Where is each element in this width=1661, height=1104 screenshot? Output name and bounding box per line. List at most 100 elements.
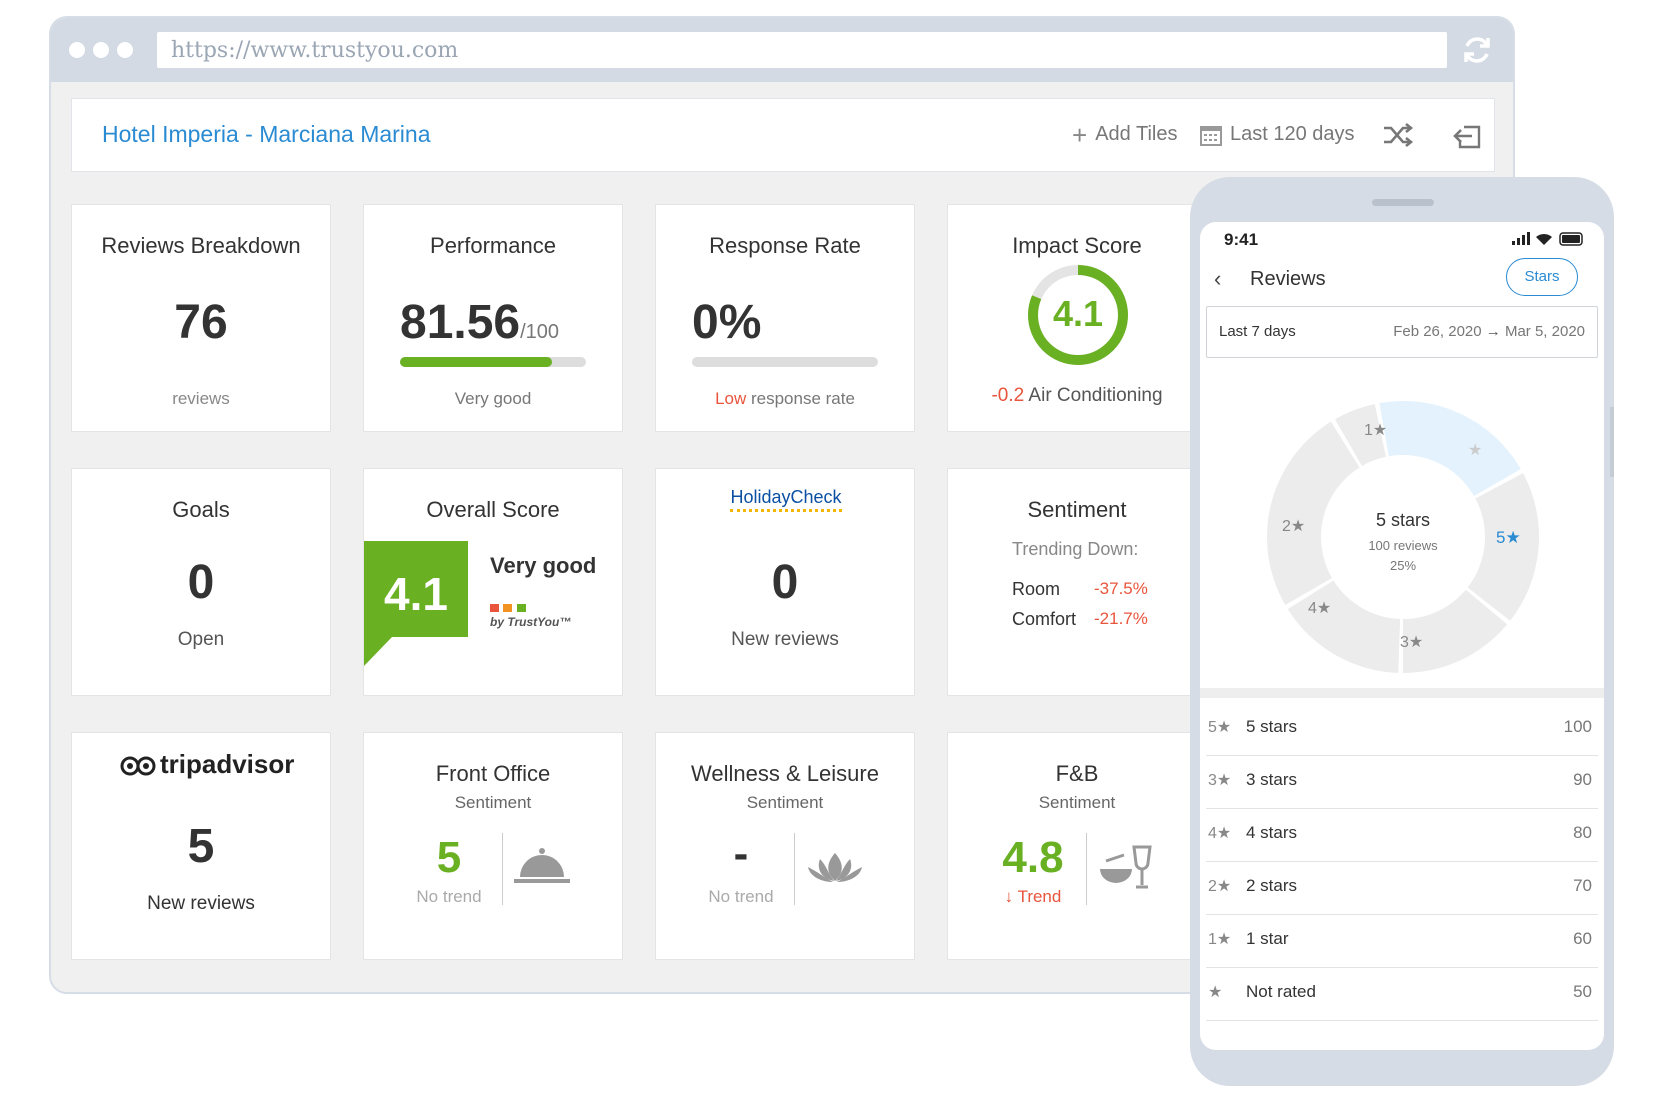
phone-screen: 9:41 ‹ Reviews Stars Last 7 days Feb 26,… bbox=[1200, 222, 1604, 1050]
add-tiles-button[interactable]: + Add Tiles bbox=[1072, 119, 1178, 150]
screen-title: Reviews bbox=[1250, 268, 1326, 290]
fnb-score: 4.8 bbox=[1002, 833, 1064, 882]
impact-score-value: 4.1 bbox=[1052, 293, 1104, 334]
url-bar[interactable]: https://www.trustyou.com bbox=[157, 32, 1447, 68]
sentiment-item-value: -21.7% bbox=[1094, 609, 1148, 628]
tripadvisor-logo-text: tripadvisor bbox=[160, 749, 295, 779]
goals-count: 0 bbox=[187, 556, 215, 609]
list-item[interactable]: 3★ 3 stars 90 bbox=[1206, 753, 1598, 809]
tile-impact-score[interactable]: Impact Score 4.1 -0.2 Air Conditioning bbox=[947, 204, 1207, 432]
phone-frame: 9:41 ‹ Reviews Stars Last 7 days Feb 26,… bbox=[1190, 177, 1614, 1086]
holidaycheck-count: 0 bbox=[771, 556, 799, 609]
tile-sentiment[interactable]: Sentiment Trending Down: Room -37.5% Com… bbox=[947, 468, 1207, 696]
list-item[interactable]: ★ Not rated 50 bbox=[1206, 965, 1598, 1021]
status-icons bbox=[1512, 232, 1583, 246]
arrow-down-icon: ↓ bbox=[1004, 887, 1014, 906]
holidaycheck-label: New reviews bbox=[731, 629, 839, 650]
date-from: Feb 26, 2020 bbox=[1393, 323, 1482, 340]
row-count: 90 bbox=[1573, 770, 1592, 789]
fnb-trend-label: Trend bbox=[1017, 887, 1062, 906]
tile-title: Impact Score bbox=[1012, 233, 1142, 258]
row-stars: 2★ bbox=[1208, 878, 1232, 895]
row-stars: 3★ bbox=[1208, 772, 1232, 789]
donut-segment-2-star[interactable] bbox=[1287, 580, 1401, 673]
food-drink-icon bbox=[1100, 845, 1152, 889]
tile-subtitle: Sentiment bbox=[454, 793, 532, 812]
tile-holidaycheck[interactable]: HolidayCheck 0 New reviews bbox=[655, 468, 915, 696]
impact-change: -0.2 bbox=[991, 385, 1025, 406]
response-rate-low: Low bbox=[715, 389, 747, 408]
divider bbox=[1086, 833, 1087, 905]
row-count: 50 bbox=[1573, 982, 1592, 1001]
refresh-icon[interactable] bbox=[1459, 32, 1495, 68]
tile-subtitle: Sentiment bbox=[746, 793, 824, 812]
share-exit-icon[interactable] bbox=[1452, 119, 1484, 151]
trustyou-brand: by TrustYou™ bbox=[490, 615, 572, 629]
row-label: 1 star bbox=[1246, 929, 1289, 948]
reception-bell-icon bbox=[514, 848, 570, 883]
row-stars: 4★ bbox=[1208, 825, 1232, 842]
tile-front-office[interactable]: Front Office Sentiment 5 No trend bbox=[363, 732, 623, 960]
performance-denominator: /100 bbox=[520, 321, 560, 343]
sentiment-item-label: Room bbox=[1012, 579, 1061, 599]
plus-icon: + bbox=[1072, 119, 1088, 150]
tile-tripadvisor[interactable]: tripadvisor 5 New reviews bbox=[71, 732, 331, 960]
tile-title: Goals bbox=[172, 497, 230, 522]
date-filter[interactable]: Last 7 days Feb 26, 2020 → Mar 5, 2020 bbox=[1206, 306, 1598, 358]
dashboard-header: Hotel Imperia - Marciana Marina + Add Ti… bbox=[71, 98, 1495, 172]
add-tiles-label: Add Tiles bbox=[1095, 123, 1178, 145]
row-label: 3 stars bbox=[1246, 770, 1298, 789]
row-count: 100 bbox=[1563, 717, 1592, 736]
donut-label-5: 5★ bbox=[1496, 528, 1521, 547]
performance-bar-fill bbox=[400, 357, 552, 367]
tile-performance[interactable]: Performance 81.56/100 Very good bbox=[363, 204, 623, 432]
front-office-score: 5 bbox=[436, 833, 462, 882]
tile-reviews-breakdown[interactable]: Reviews Breakdown 76 reviews bbox=[71, 204, 331, 432]
stars-button[interactable]: Stars bbox=[1506, 258, 1578, 296]
holidaycheck-logo-text: HolidayCheck bbox=[730, 487, 842, 512]
list-item[interactable]: 4★ 4 stars 80 bbox=[1206, 806, 1598, 862]
list-item[interactable]: 5★ 5 stars 100 bbox=[1206, 700, 1598, 756]
row-stars: 5★ bbox=[1208, 719, 1232, 736]
list-item[interactable]: 2★ 2 stars 70 bbox=[1206, 859, 1598, 915]
donut-label-2: 2★ bbox=[1282, 518, 1306, 535]
sentiment-item-value: -37.5% bbox=[1094, 579, 1148, 598]
divider bbox=[794, 833, 795, 905]
wellness-score: - bbox=[733, 829, 749, 878]
sentiment-item-label: Comfort bbox=[1012, 609, 1077, 629]
overall-score-value: 4.1 bbox=[384, 568, 448, 620]
donut-center-pct: 25% bbox=[1389, 558, 1417, 573]
hotel-name[interactable]: Hotel Imperia - Marciana Marina bbox=[102, 121, 431, 148]
tile-wellness-leisure[interactable]: Wellness & Leisure Sentiment - No trend bbox=[655, 732, 915, 960]
owl-icon bbox=[120, 756, 156, 775]
response-rate-bar bbox=[692, 357, 878, 367]
tile-goals[interactable]: Goals 0 Open bbox=[71, 468, 331, 696]
donut-label-unrated: ★ bbox=[1468, 442, 1483, 459]
donut-center-title: 5 stars bbox=[1375, 510, 1431, 530]
window-dot bbox=[93, 42, 109, 58]
tile-overall-score[interactable]: Overall Score 4.1 Very good by TrustYou™ bbox=[363, 468, 623, 696]
front-office-trend: No trend bbox=[416, 887, 482, 906]
row-count: 60 bbox=[1573, 929, 1592, 948]
calendar-icon bbox=[1200, 125, 1222, 146]
tile-title: Wellness & Leisure bbox=[691, 761, 879, 786]
tripadvisor-label: New reviews bbox=[147, 893, 255, 914]
tile-fnb[interactable]: F&B Sentiment 4.8 ↓ Trend bbox=[947, 732, 1207, 960]
back-chevron-icon[interactable]: ‹ bbox=[1214, 266, 1221, 292]
donut-segment-5-star[interactable] bbox=[1379, 401, 1521, 496]
tile-title: Front Office bbox=[435, 761, 551, 786]
browser-toolbar: https://www.trustyou.com bbox=[51, 18, 1513, 82]
goals-label: Open bbox=[177, 629, 225, 650]
date-range-button[interactable]: Last 120 days bbox=[1200, 123, 1355, 146]
shuffle-icon[interactable] bbox=[1382, 121, 1414, 149]
tripadvisor-count: 5 bbox=[187, 820, 215, 873]
row-count: 70 bbox=[1573, 876, 1592, 895]
list-item[interactable]: 1★ 1 star 60 bbox=[1206, 912, 1598, 968]
tile-response-rate[interactable]: Response Rate 0% Low response rate bbox=[655, 204, 915, 432]
status-time: 9:41 bbox=[1224, 230, 1259, 249]
donut-label-4: 4★ bbox=[1308, 600, 1332, 617]
performance-bar bbox=[400, 357, 586, 367]
row-stars: ★ bbox=[1208, 984, 1223, 1001]
reviews-count: 76 bbox=[174, 296, 228, 349]
performance-rating: Very good bbox=[454, 389, 532, 408]
